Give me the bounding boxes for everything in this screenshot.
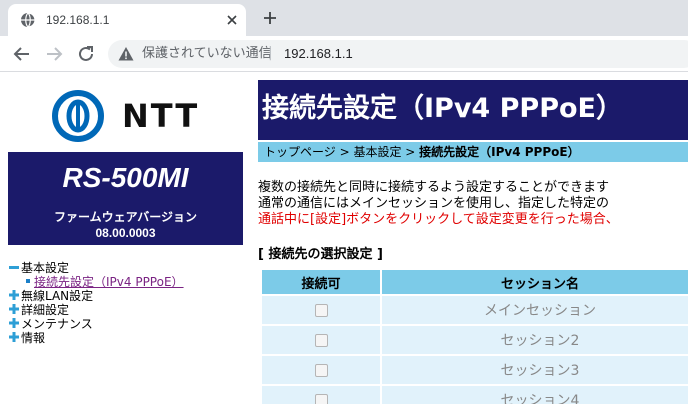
sidebar-item-basic-settings[interactable]: 基本設定 bbox=[8, 261, 248, 275]
session-name: セッション4 bbox=[382, 386, 688, 404]
column-header-session-name: セッション名 bbox=[382, 270, 688, 294]
browser-toolbar: 保護されていない通信 | 192.168.1.1 bbox=[0, 36, 688, 72]
session-name: セッション3 bbox=[382, 356, 688, 384]
globe-icon bbox=[21, 12, 36, 28]
sidebar-item-maintenance[interactable]: メンテナンス bbox=[8, 317, 248, 331]
back-arrow-icon[interactable] bbox=[10, 42, 34, 66]
table-row: メインセッション bbox=[262, 296, 688, 324]
breadcrumb-home[interactable]: トップページ bbox=[264, 145, 336, 159]
close-icon[interactable] bbox=[224, 12, 240, 28]
model-info-box: RS-500MI ファームウェアバージョン 08.00.0003 bbox=[8, 152, 243, 245]
sidebar-item-label: 詳細設定 bbox=[21, 303, 70, 317]
plus-icon bbox=[9, 290, 19, 300]
sidebar-item-advanced-settings[interactable]: 詳細設定 bbox=[8, 303, 248, 317]
reload-icon[interactable] bbox=[74, 42, 98, 66]
ntt-logo-mark bbox=[52, 90, 104, 142]
enable-checkbox[interactable] bbox=[314, 363, 328, 377]
security-status: 保護されていない通信 bbox=[142, 46, 272, 61]
breadcrumb-parent[interactable]: 基本設定 bbox=[353, 145, 401, 159]
sidebar-item-label: 情報 bbox=[21, 331, 46, 345]
sidebar-item-info[interactable]: 情報 bbox=[8, 331, 248, 345]
breadcrumb-separator: > bbox=[335, 145, 354, 159]
table-row: セッション2 bbox=[262, 326, 688, 354]
firmware-label: ファームウェアバージョン bbox=[54, 210, 197, 224]
table-header-row: 接続可 セッション名 bbox=[262, 270, 688, 294]
main-content: 接続先設定（IPv4 PPPoE） トップページ > 基本設定 > 接続先設定（… bbox=[258, 72, 688, 404]
logo-text: NTT bbox=[122, 97, 200, 135]
sidebar-item-ipv4-pppoe[interactable]: 接続先設定（IPv4 PPPoE） bbox=[8, 275, 248, 289]
minus-icon bbox=[9, 266, 19, 269]
description-text: 複数の接続先と同時に接続するよう設定することができます 通常の通信にはメインセッ… bbox=[258, 180, 688, 228]
ntt-logo: NTT bbox=[52, 90, 202, 142]
session-table: 接続可 セッション名 メインセッション セッション2 セッション3 セッション4 bbox=[260, 268, 688, 404]
table-row: セッション3 bbox=[262, 356, 688, 384]
omnibox-separator: | bbox=[268, 45, 273, 61]
page-title: 接続先設定（IPv4 PPPoE） bbox=[262, 93, 623, 124]
session-name: セッション2 bbox=[382, 326, 688, 354]
left-navigation: NTT RS-500MI ファームウェアバージョン 08.00.0003 基本設… bbox=[0, 72, 250, 404]
section-label: [ 接続先の選択設定 ] bbox=[258, 247, 383, 262]
enable-checkbox-cell bbox=[262, 326, 380, 354]
plus-icon[interactable] bbox=[260, 8, 280, 28]
sidebar-item-label: メンテナンス bbox=[21, 317, 93, 331]
forward-arrow-icon[interactable] bbox=[42, 42, 66, 66]
sidebar-menu: 基本設定 接続先設定（IPv4 PPPoE） 無線LAN設定 詳細設定 メンテナ… bbox=[8, 261, 248, 345]
breadcrumb: トップページ > 基本設定 > 接続先設定（IPv4 PPPoE） bbox=[258, 142, 688, 162]
address-bar[interactable]: 保護されていない通信 | 192.168.1.1 bbox=[108, 40, 688, 68]
browser-tab-bar: 192.168.1.1 bbox=[0, 0, 688, 36]
enable-checkbox[interactable] bbox=[314, 333, 328, 347]
enable-checkbox[interactable] bbox=[314, 393, 328, 404]
sidebar-item-wireless-lan[interactable]: 無線LAN設定 bbox=[8, 289, 248, 303]
breadcrumb-separator: > bbox=[401, 145, 420, 159]
sidebar-item-label: 基本設定 bbox=[21, 261, 70, 275]
table-row: セッション4 bbox=[262, 386, 688, 404]
title-bar: 接続先設定（IPv4 PPPoE） bbox=[258, 80, 688, 140]
breadcrumb-current: 接続先設定（IPv4 PPPoE） bbox=[419, 145, 580, 159]
browser-tab[interactable]: 192.168.1.1 bbox=[8, 4, 246, 36]
description-line: 通常の通信にはメインセッションを使用し、指定した特定の bbox=[258, 196, 610, 211]
url-text[interactable]: 192.168.1.1 bbox=[284, 46, 353, 62]
enable-checkbox-cell bbox=[262, 356, 380, 384]
plus-icon bbox=[9, 304, 19, 314]
sidebar-item-label[interactable]: 接続先設定（IPv4 PPPoE） bbox=[34, 275, 184, 289]
session-name: メインセッション bbox=[382, 296, 688, 324]
warning-triangle-icon[interactable] bbox=[118, 46, 134, 62]
column-header-enabled: 接続可 bbox=[262, 270, 380, 294]
warning-text: 通話中に[設定]ボタンをクリックして設定変更を行った場合、 bbox=[258, 212, 619, 227]
page-content: NTT RS-500MI ファームウェアバージョン 08.00.0003 基本設… bbox=[0, 72, 688, 404]
description-line: 複数の接続先と同時に接続するよう設定することができます bbox=[258, 180, 610, 195]
enable-checkbox-cell bbox=[262, 296, 380, 324]
firmware-version: 08.00.0003 bbox=[95, 226, 156, 240]
sidebar-item-label: 無線LAN設定 bbox=[21, 289, 94, 303]
model-name: RS-500MI bbox=[62, 162, 189, 193]
plus-icon bbox=[9, 318, 19, 328]
bullet-icon bbox=[26, 279, 30, 283]
plus-icon bbox=[9, 332, 19, 342]
enable-checkbox[interactable] bbox=[314, 303, 328, 317]
tab-title: 192.168.1.1 bbox=[46, 13, 110, 27]
enable-checkbox-cell bbox=[262, 386, 380, 404]
